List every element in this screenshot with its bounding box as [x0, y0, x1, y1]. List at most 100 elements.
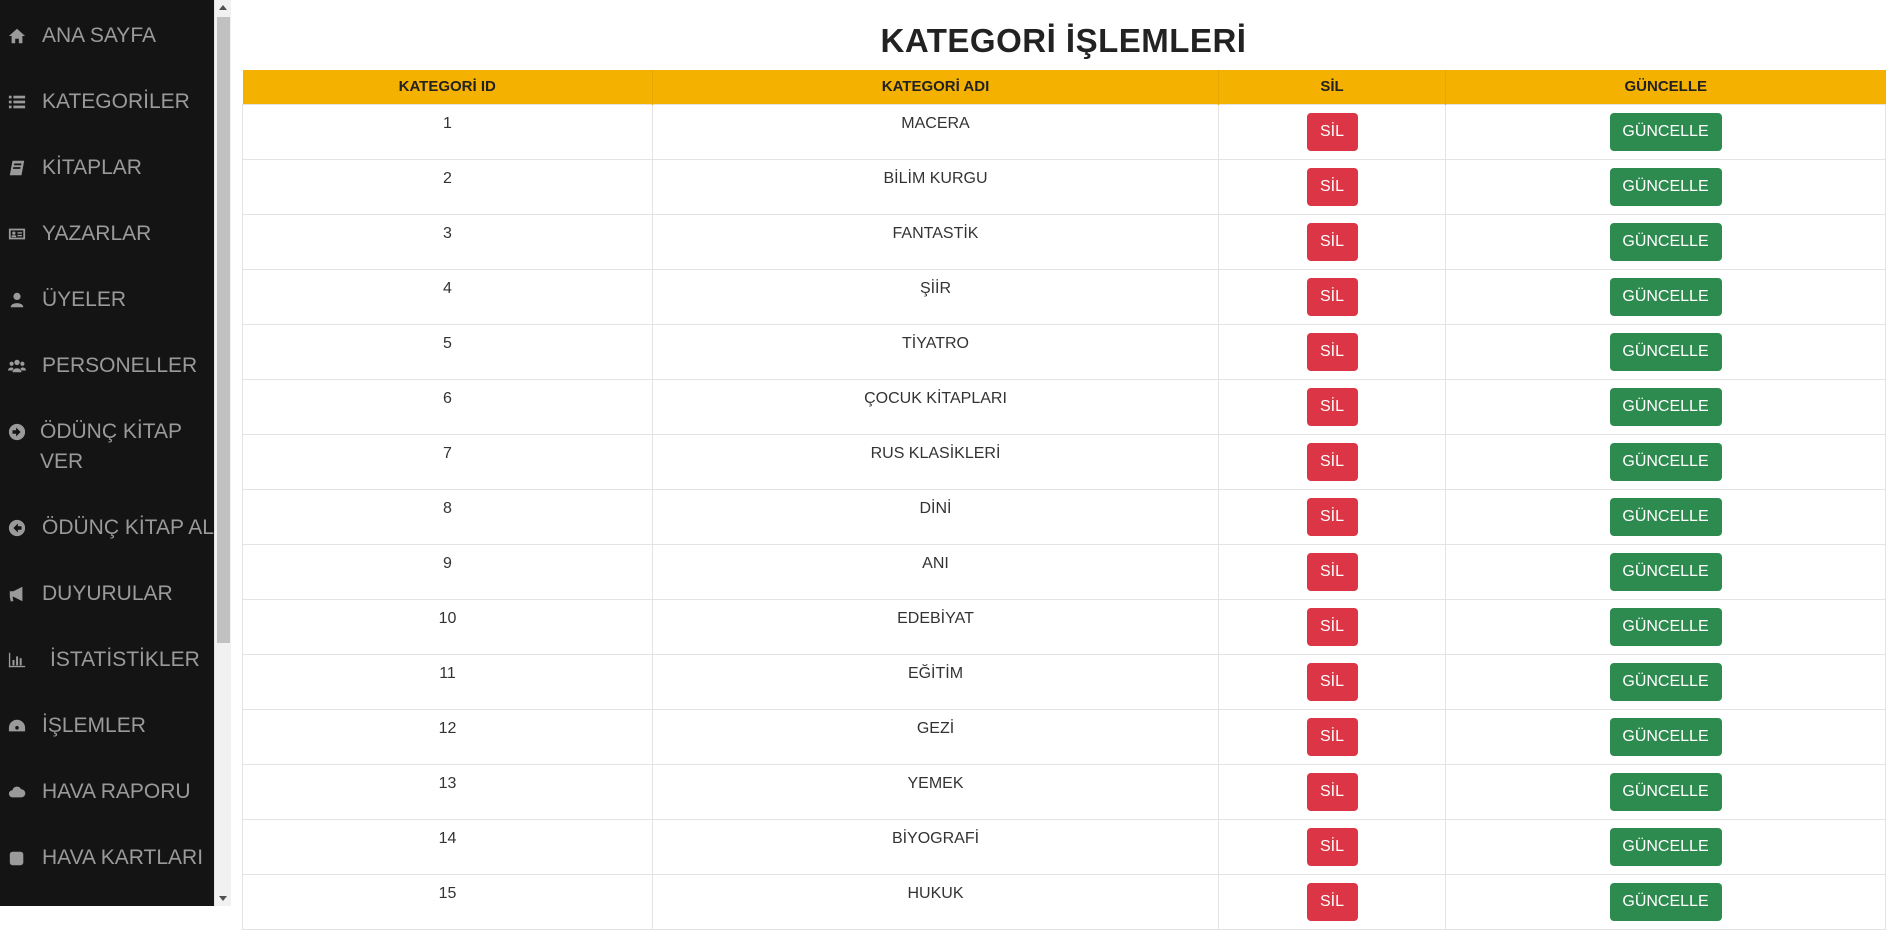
sidebar-item-label: KİTAPLAR [42, 156, 142, 179]
delete-button[interactable]: SİL [1306, 607, 1358, 646]
update-button[interactable]: GÜNCELLE [1609, 607, 1722, 646]
home-icon [8, 21, 30, 51]
update-cell: GÜNCELLE [1445, 653, 1886, 710]
id-card-icon [8, 219, 30, 249]
sidebar-item-duyurular[interactable]: DUYURULAR [0, 579, 214, 609]
column-header-delete: SİL [1218, 70, 1446, 104]
table-row: 4 ŞİİR SİL GÜNCELLE [242, 268, 1886, 325]
delete-button[interactable]: SİL [1306, 662, 1358, 701]
update-cell: GÜNCELLE [1445, 543, 1886, 600]
table-row: 13 YEMEK SİL GÜNCELLE [242, 763, 1886, 820]
sidebar-item-ana-sayfa[interactable]: ANA SAYFA [0, 21, 214, 51]
delete-button[interactable]: SİL [1306, 717, 1358, 756]
list-icon [8, 87, 30, 117]
sidebar-scrollbar[interactable] [214, 0, 231, 906]
sidebar-item-odunc-kitap-al[interactable]: ÖDÜNÇ KİTAP AL [0, 513, 214, 543]
sidebar-item-kategoriler[interactable]: KATEGORİLER [0, 87, 214, 117]
update-button[interactable]: GÜNCELLE [1609, 387, 1722, 426]
sidebar-item-odunc-kitap-ver[interactable]: ÖDÜNÇ KİTAP VER [0, 417, 214, 477]
sidebar-item-hava-raporu[interactable]: HAVA RAPORU [0, 777, 214, 807]
update-button[interactable]: GÜNCELLE [1609, 882, 1722, 921]
book-icon [8, 153, 30, 183]
update-button[interactable]: GÜNCELLE [1609, 662, 1722, 701]
delete-button[interactable]: SİL [1306, 387, 1358, 426]
delete-button[interactable]: SİL [1306, 332, 1358, 371]
sidebar-item-label: ÖDÜNÇ KİTAP VER [40, 420, 182, 473]
update-button[interactable]: GÜNCELLE [1609, 552, 1722, 591]
delete-cell: SİL [1218, 103, 1446, 160]
sidebar-item-istatistikler[interactable]: İSTATİSTİKLER [0, 645, 214, 675]
delete-button[interactable]: SİL [1306, 112, 1358, 151]
category-id-cell: 3 [242, 213, 653, 270]
delete-cell: SİL [1218, 763, 1446, 820]
category-name-cell: BİYOGRAFİ [652, 818, 1219, 875]
arrow-circle-right-icon [8, 417, 30, 447]
category-id-cell: 6 [242, 378, 653, 435]
delete-button[interactable]: SİL [1306, 497, 1358, 536]
update-cell: GÜNCELLE [1445, 708, 1886, 765]
delete-cell: SİL [1218, 158, 1446, 215]
column-header-id: KATEGORİ ID [242, 70, 653, 104]
update-button[interactable]: GÜNCELLE [1609, 167, 1722, 206]
update-cell: GÜNCELLE [1445, 213, 1886, 270]
scroll-up-arrow-icon[interactable] [219, 5, 227, 10]
table-row: 7 RUS KLASİKLERİ SİL GÜNCELLE [242, 433, 1886, 490]
delete-button[interactable]: SİL [1306, 167, 1358, 206]
delete-button[interactable]: SİL [1306, 222, 1358, 261]
delete-button[interactable]: SİL [1306, 442, 1358, 481]
sidebar-item-kitaplar[interactable]: KİTAPLAR [0, 153, 214, 183]
category-name-cell: HUKUK [652, 873, 1219, 930]
update-cell: GÜNCELLE [1445, 488, 1886, 545]
category-table: KATEGORİ ID KATEGORİ ADI SİL GÜNCELLE 1M… [242, 70, 1886, 930]
update-button[interactable]: GÜNCELLE [1609, 717, 1722, 756]
category-name-cell: MACERA [652, 103, 1219, 160]
update-button[interactable]: GÜNCELLE [1609, 112, 1722, 151]
sidebar-item-islemler[interactable]: İŞLEMLER [0, 711, 214, 741]
delete-cell: SİL [1218, 488, 1446, 545]
delete-button[interactable]: SİL [1306, 552, 1358, 591]
sidebar-item-label: HAVA KARTLARI [42, 846, 204, 869]
update-cell: GÜNCELLE [1445, 818, 1886, 875]
delete-cell: SİL [1218, 433, 1446, 490]
delete-cell: SİL [1218, 818, 1446, 875]
delete-button[interactable]: SİL [1306, 882, 1358, 921]
category-name-cell: ANI [652, 543, 1219, 600]
sidebar-item-label: YAZARLAR [42, 222, 152, 245]
update-button[interactable]: GÜNCELLE [1609, 277, 1722, 316]
update-cell: GÜNCELLE [1445, 323, 1886, 380]
table-row: 10 EDEBİYAT SİL GÜNCELLE [242, 598, 1886, 655]
user-icon [8, 285, 30, 315]
update-button[interactable]: GÜNCELLE [1609, 222, 1722, 261]
sidebar-item-yazarlar[interactable]: YAZARLAR [0, 219, 214, 249]
category-id-cell: 14 [242, 818, 653, 875]
table-row: 3 FANTASTİK SİL GÜNCELLE [242, 213, 1886, 270]
sidebar-item-personeller[interactable]: PERSONELLER [0, 351, 214, 381]
delete-button[interactable]: SİL [1306, 277, 1358, 316]
category-name-cell: DİNİ [652, 488, 1219, 545]
update-button[interactable]: GÜNCELLE [1609, 497, 1722, 536]
delete-cell: SİL [1218, 268, 1446, 325]
category-name-cell: FANTASTİK [652, 213, 1219, 270]
update-cell: GÜNCELLE [1445, 873, 1886, 930]
sidebar-item-label: ÜYELER [42, 288, 127, 311]
delete-cell: SİL [1218, 378, 1446, 435]
delete-cell: SİL [1218, 708, 1446, 765]
category-id-cell: 2 [242, 158, 653, 215]
scrollbar-thumb[interactable] [217, 17, 230, 643]
category-name-cell: GEZİ [652, 708, 1219, 765]
update-cell: GÜNCELLE [1445, 378, 1886, 435]
sidebar-item-uyeler[interactable]: ÜYELER [0, 285, 214, 315]
update-cell: GÜNCELLE [1445, 158, 1886, 215]
table-row: 5 TİYATRO SİL GÜNCELLE [242, 323, 1886, 380]
update-button[interactable]: GÜNCELLE [1609, 827, 1722, 866]
update-button[interactable]: GÜNCELLE [1609, 442, 1722, 481]
update-button[interactable]: GÜNCELLE [1609, 772, 1722, 811]
category-id-cell: 15 [242, 873, 653, 930]
sidebar-item-hava-kartlari[interactable]: HAVA KARTLARI [0, 843, 214, 873]
delete-button[interactable]: SİL [1306, 772, 1358, 811]
update-button[interactable]: GÜNCELLE [1609, 332, 1722, 371]
delete-cell: SİL [1218, 543, 1446, 600]
scroll-down-arrow-icon[interactable] [219, 896, 227, 901]
delete-button[interactable]: SİL [1306, 827, 1358, 866]
category-name-cell: BİLİM KURGU [652, 158, 1219, 215]
